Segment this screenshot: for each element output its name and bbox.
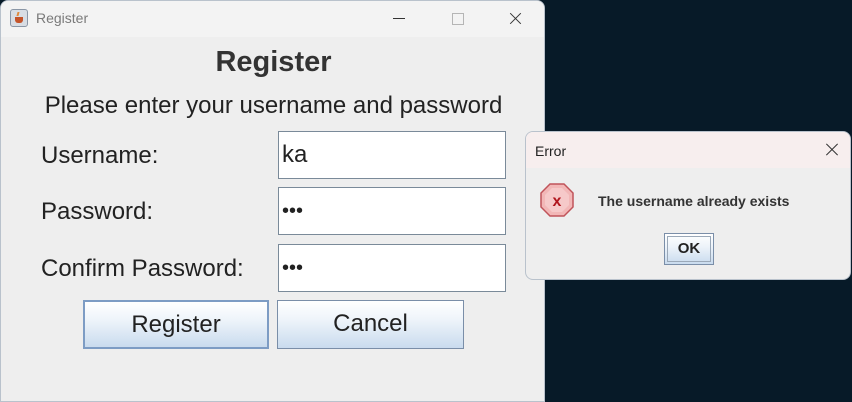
error-icon: x xyxy=(540,183,574,217)
page-heading: Register xyxy=(215,46,332,78)
password-label: Password: xyxy=(41,198,154,225)
svg-text:x: x xyxy=(553,193,562,210)
error-close-button[interactable] xyxy=(820,138,844,162)
close-button[interactable] xyxy=(497,7,533,31)
confirm-password-field[interactable]: ••• xyxy=(278,244,506,292)
title-bar[interactable]: Register xyxy=(1,1,544,37)
error-dialog: Error x The username already exists OK xyxy=(525,131,851,280)
confirm-password-label: Confirm Password: xyxy=(41,255,244,282)
register-button[interactable]: Register xyxy=(83,300,269,349)
maximize-button[interactable] xyxy=(439,7,475,31)
register-window: Register Register Please enter your user… xyxy=(0,0,545,402)
instructions-text: Please enter your username and password xyxy=(44,92,503,119)
username-field[interactable]: ka xyxy=(278,131,506,179)
ok-button[interactable]: OK xyxy=(664,233,714,265)
cancel-button[interactable]: Cancel xyxy=(277,300,464,349)
minimize-button[interactable] xyxy=(381,7,417,31)
error-dialog-title: Error xyxy=(535,143,567,159)
error-message: The username already exists xyxy=(598,193,790,209)
window-title: Register xyxy=(36,10,89,26)
java-app-icon xyxy=(10,9,28,27)
username-label: Username: xyxy=(41,142,159,169)
error-title-bar[interactable]: Error xyxy=(526,132,850,168)
password-field[interactable]: ••• xyxy=(278,187,506,235)
